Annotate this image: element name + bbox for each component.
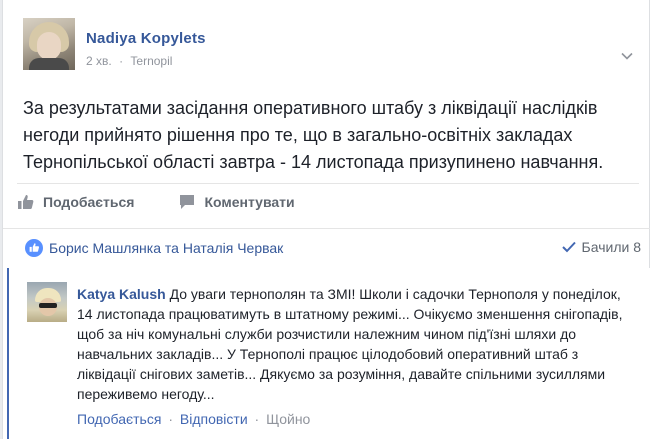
commenter-avatar[interactable]: [27, 282, 67, 322]
comment-body: Katya Kalush До уваги тернополян та ЗМІ!…: [77, 284, 637, 404]
seen-label: Бачили 8: [581, 239, 641, 255]
comment-icon: [180, 194, 195, 209]
post-location[interactable]: Ternopil: [130, 54, 172, 68]
comment-time[interactable]: Щойно: [266, 411, 310, 427]
author-name[interactable]: Nadiya Kopylets: [86, 30, 206, 47]
comment-like-link[interactable]: Подобається: [77, 411, 161, 427]
post-meta: 2 хв. · Ternopil: [86, 54, 176, 68]
like-button[interactable]: Подобається: [17, 193, 134, 211]
comment-author[interactable]: Katya Kalush: [77, 286, 166, 302]
meta-separator: ·: [119, 54, 124, 68]
comment-text: До уваги тернополян та ЗМІ! Школи і садо…: [77, 286, 623, 402]
post-header: Nadiya Kopylets 2 хв. · Ternopil: [23, 18, 643, 74]
post-text: За результатами засідання оперативного ш…: [23, 98, 604, 172]
reaction-names[interactable]: Борис Машлянка та Наталія Червак: [49, 240, 283, 256]
comment-reply-link[interactable]: Відповісти: [180, 411, 248, 427]
comments-section: Katya Kalush До уваги тернополян та ЗМІ!…: [7, 268, 650, 439]
comment-separator: ·: [254, 411, 260, 427]
post-card: Nadiya Kopylets 2 хв. · Ternopil За резу…: [2, 0, 650, 439]
comment-actions: Подобається · Відповісти · Щойно: [77, 411, 310, 427]
reactions-bar: Борис Машлянка та Наталія Червак Бачили …: [3, 228, 650, 266]
post-actions: Подобається Коментувати: [17, 183, 639, 219]
seen-count[interactable]: Бачили 8: [561, 239, 641, 255]
author-avatar[interactable]: [23, 18, 75, 70]
chevron-down-icon[interactable]: [621, 50, 633, 62]
comment-button[interactable]: Коментувати: [178, 193, 295, 211]
comment-separator: ·: [168, 411, 173, 427]
comment-label: Коментувати: [204, 193, 295, 210]
like-label: Подобається: [43, 193, 135, 210]
like-reaction-icon: [25, 238, 43, 257]
post-time[interactable]: 2 хв.: [86, 54, 112, 68]
check-icon: [561, 241, 576, 253]
thumbs-up-icon: [18, 194, 34, 209]
